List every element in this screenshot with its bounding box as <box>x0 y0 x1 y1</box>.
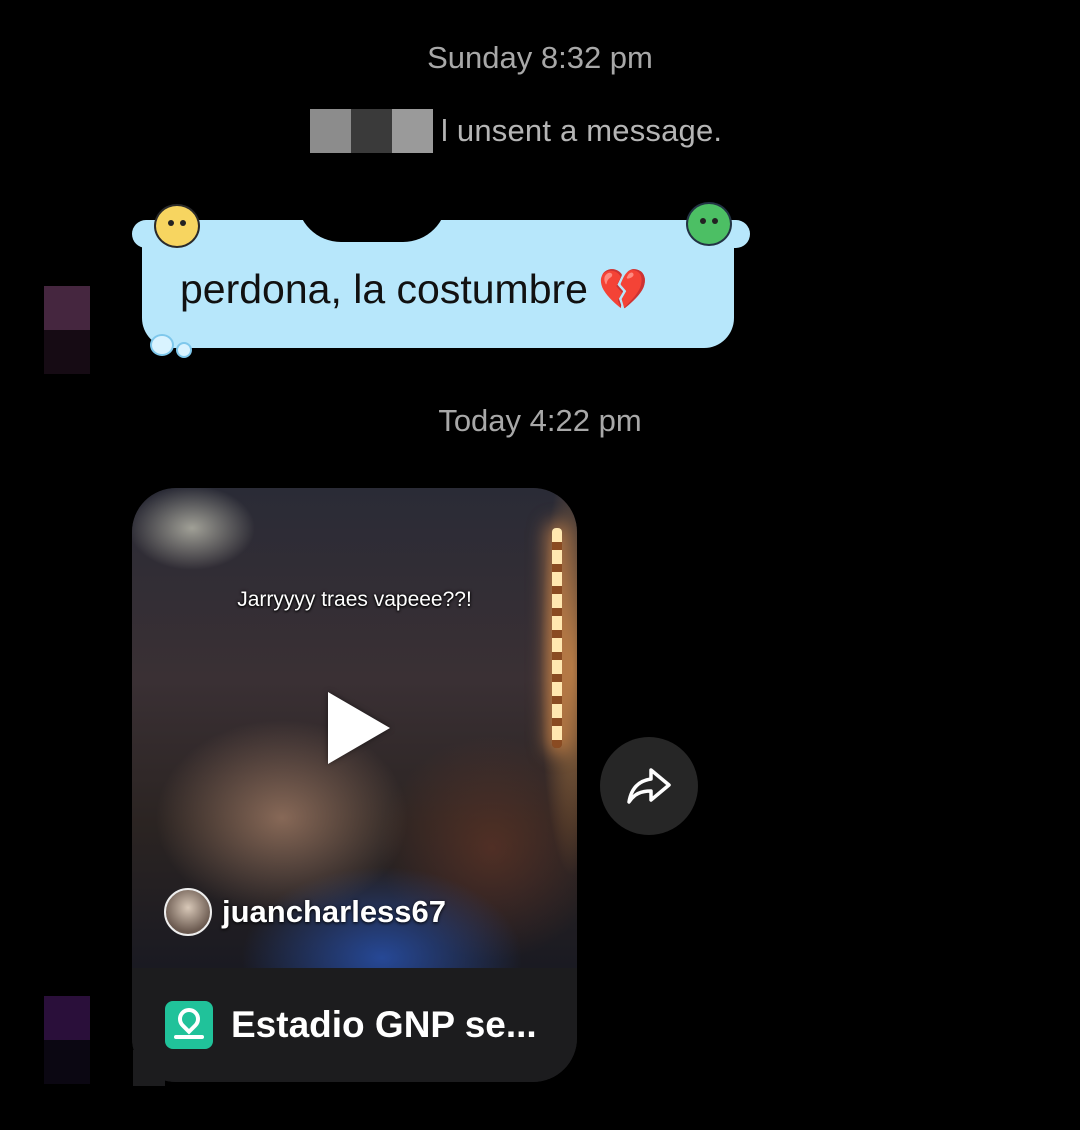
bubble-decoration-icon <box>176 342 192 358</box>
author-avatar[interactable] <box>164 888 212 936</box>
unsent-notice: l unsent a message. <box>310 108 722 154</box>
share-button[interactable] <box>600 737 698 835</box>
redacted-username <box>310 109 433 153</box>
sender-avatar-2-shadow <box>44 1040 90 1084</box>
share-arrow-icon <box>627 768 671 804</box>
author-username[interactable]: juancharless67 <box>222 894 446 930</box>
broken-heart-emoji: 💔 <box>597 268 648 312</box>
sender-avatar-2[interactable] <box>44 996 90 1040</box>
message-bubble[interactable]: perdona, la costumbre 💔 <box>132 198 752 363</box>
location-tag[interactable]: Estadio GNP se... <box>132 968 577 1082</box>
play-icon[interactable] <box>328 692 390 764</box>
bubble-decoration-icon <box>150 334 174 356</box>
map-pin-icon <box>165 1001 213 1049</box>
message-text: perdona, la costumbre 💔 <box>180 266 648 313</box>
video-caption: Jarryyyy traes vapeee??! <box>237 588 472 611</box>
message-text-content: perdona, la costumbre <box>180 266 588 312</box>
sender-avatar-shadow <box>44 330 90 374</box>
bubble-notch <box>297 198 447 242</box>
duck-sticker-icon <box>154 204 200 248</box>
location-name[interactable]: Estadio GNP se... <box>231 1004 537 1046</box>
stage-lights <box>552 528 562 748</box>
unsent-text: l unsent a message. <box>441 113 723 148</box>
sender-avatar[interactable] <box>44 286 90 330</box>
timestamp-sunday: Sunday 8:32 pm <box>427 40 653 75</box>
frog-sticker-icon <box>686 202 732 246</box>
video-thumbnail[interactable]: Jarryyyy traes vapeee??! juancharless67 <box>132 488 577 968</box>
timestamp-today: Today 4:22 pm <box>438 403 642 438</box>
video-author[interactable]: juancharless67 <box>164 888 446 936</box>
card-tail <box>133 1050 165 1086</box>
shared-video-card[interactable]: Jarryyyy traes vapeee??! juancharless67 … <box>132 488 577 1082</box>
